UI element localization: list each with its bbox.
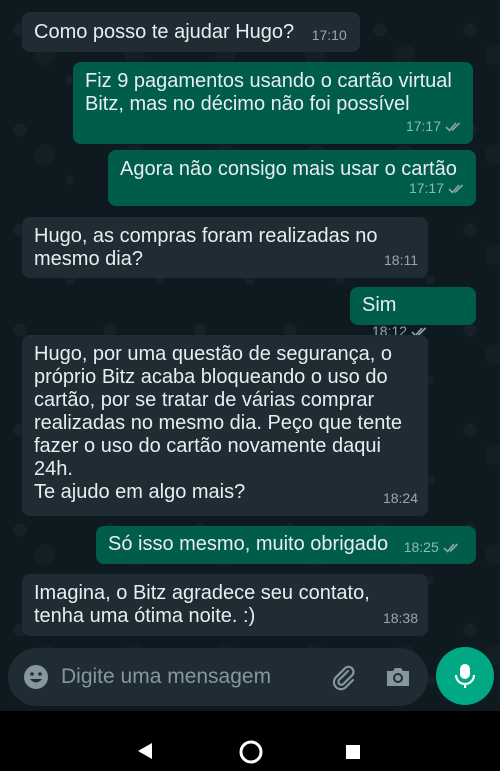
message-time: 18:25	[403, 539, 439, 555]
message-composer[interactable]: Digite uma mensagem	[8, 648, 428, 706]
back-icon[interactable]	[136, 741, 154, 766]
double-check-icon	[445, 121, 463, 133]
message-text: Sim	[362, 294, 397, 316]
emoji-icon[interactable]	[22, 663, 50, 691]
system-navigation-bar	[0, 711, 500, 771]
message-text: Hugo, por uma questão de segurança, o pr…	[34, 343, 402, 503]
message-time: 17:10	[311, 27, 347, 43]
message-outgoing[interactable]: Só isso mesmo, muito obrigado 18:25	[96, 526, 476, 564]
message-text: Hugo, as compras foram realizadas no mes…	[34, 225, 378, 270]
message-text: Imagina, o Bitz agradece seu contato, te…	[34, 582, 370, 627]
double-check-icon	[443, 542, 461, 554]
message-outgoing[interactable]: Sim 18:12	[350, 287, 476, 339]
message-meta: 17:17	[409, 177, 466, 200]
message-incoming[interactable]: Hugo, por uma questão de segurança, o pr…	[22, 335, 428, 516]
message-meta: 18:25	[404, 536, 461, 559]
message-time: 18:24	[382, 490, 418, 506]
message-text: Fiz 9 pagamentos usando o cartão virtual…	[85, 70, 452, 115]
message-incoming[interactable]: Imagina, o Bitz agradece seu contato, te…	[22, 574, 428, 636]
message-time: 18:38	[382, 610, 418, 626]
message-text: Como posso te ajudar Hugo?	[34, 21, 295, 43]
microphone-icon[interactable]	[436, 647, 494, 705]
message-incoming[interactable]: Hugo, as compras foram realizadas no mes…	[22, 217, 428, 278]
chat-area: Como posso te ajudar Hugo? 17:10 Fiz 9 p…	[0, 0, 500, 711]
paperclip-icon[interactable]	[328, 662, 358, 692]
home-icon[interactable]	[238, 739, 264, 770]
message-incoming[interactable]: Como posso te ajudar Hugo? 17:10	[22, 12, 360, 52]
message-time: 17:17	[408, 180, 444, 196]
message-outgoing[interactable]: Fiz 9 pagamentos usando o cartão virtual…	[73, 62, 473, 144]
camera-icon[interactable]	[384, 663, 412, 691]
recent-apps-icon[interactable]	[345, 744, 361, 765]
message-outgoing[interactable]: Agora não consigo mais usar o cartão 17:…	[108, 150, 476, 206]
message-time: 17:17	[405, 118, 441, 134]
message-time: 18:11	[384, 252, 418, 268]
message-input[interactable]: Digite uma mensagem	[61, 665, 271, 689]
message-text: Só isso mesmo, muito obrigado	[108, 533, 389, 555]
double-check-icon	[448, 183, 466, 195]
message-meta: 17:17	[406, 115, 463, 138]
